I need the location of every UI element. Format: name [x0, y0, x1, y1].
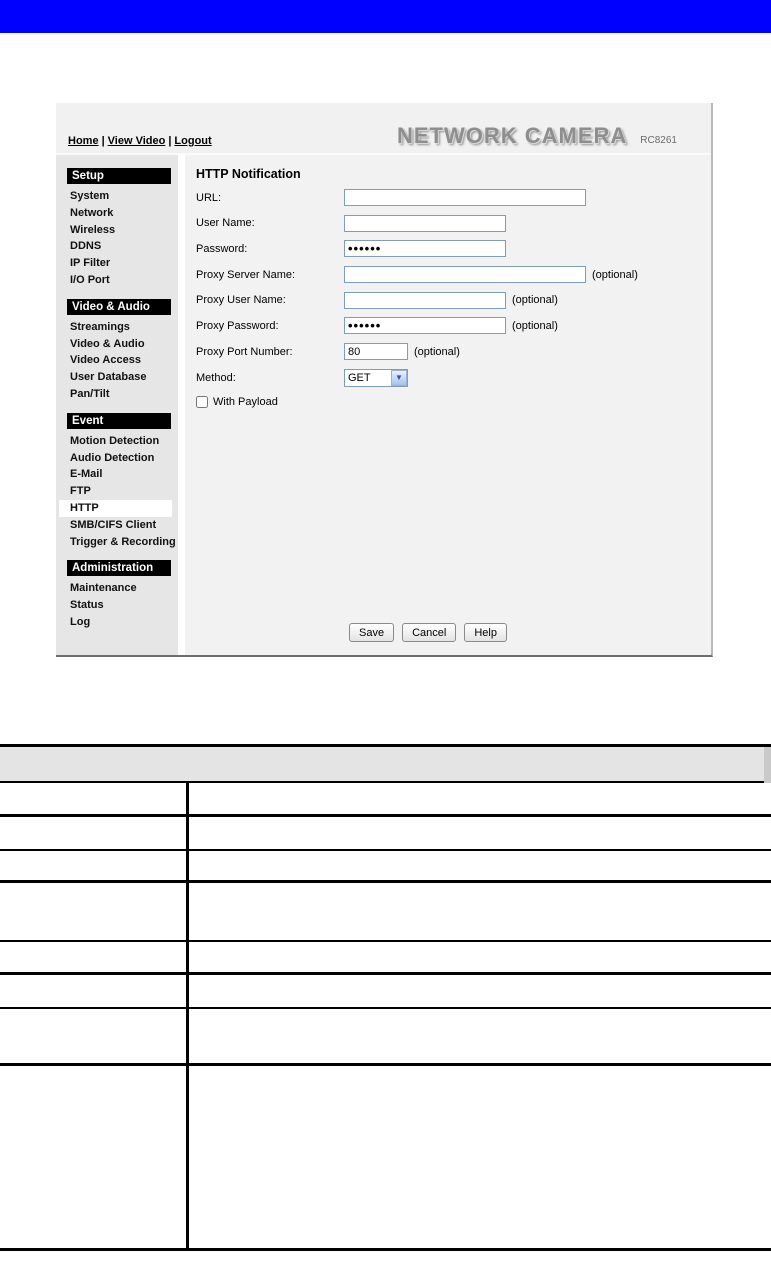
table-cell-description [189, 883, 771, 940]
sidebar-item-network[interactable]: Network [56, 205, 178, 222]
network-camera-logo: NETWORK CAMERA [396, 123, 628, 148]
sidebar-item-email[interactable]: E-Mail [56, 466, 178, 483]
sidebar-item-system[interactable]: System [56, 188, 178, 205]
sidebar-item-ip-filter[interactable]: IP Filter [56, 255, 178, 272]
view-video-link[interactable]: View Video [108, 135, 166, 147]
table-cell-term [0, 975, 189, 1007]
proxy-password-input[interactable] [344, 317, 506, 335]
chevron-down-icon: ▼ [395, 372, 403, 382]
table-row [0, 851, 771, 883]
table-row [0, 883, 771, 942]
url-input[interactable] [344, 189, 586, 206]
proxy-port-number-label: Proxy Port Number: [196, 345, 293, 358]
method-label: Method: [196, 371, 236, 384]
table-cell-term [0, 817, 189, 849]
table-cell-description [189, 942, 771, 972]
url-label: URL: [196, 191, 222, 204]
page-title: HTTP Notification [196, 167, 301, 181]
with-payload-checkbox[interactable] [196, 396, 208, 408]
brand-block: NETWORK CAMERA RC8261 [397, 123, 677, 149]
table-cell-description [189, 817, 771, 849]
sidebar-item-ftp[interactable]: FTP [56, 483, 178, 500]
sidebar-section-setup: Setup [67, 168, 171, 184]
table-row [0, 817, 771, 851]
sidebar-item-ddns[interactable]: DDNS [56, 238, 178, 255]
table-cell-term [0, 1066, 189, 1248]
sidebar-item-wireless[interactable]: Wireless [56, 222, 178, 239]
sidebar-item-io-port[interactable]: I/O Port [56, 272, 178, 289]
table-row [0, 783, 771, 817]
table-cell-description [189, 783, 771, 814]
sidebar-item-motion-detection[interactable]: Motion Detection [56, 433, 178, 450]
sidebar-item-video-access[interactable]: Video Access [56, 352, 178, 369]
table-cell-description [189, 975, 771, 1007]
table-row [0, 942, 771, 975]
nav-separator: | [101, 135, 105, 147]
method-select[interactable]: GET ▼ [344, 368, 408, 387]
reference-table-header [0, 747, 771, 783]
password-input[interactable] [344, 240, 506, 258]
sidebar-section-video-audio: Video & Audio [67, 298, 171, 315]
sidebar-item-smb-cifs-client[interactable]: SMB/CIFS Client [56, 517, 178, 534]
sidebar-item-maintenance[interactable]: Maintenance [56, 580, 178, 597]
cancel-button[interactable]: Cancel [402, 623, 457, 642]
reference-table [0, 744, 771, 1251]
sidebar-item-streamings[interactable]: Streamings [56, 319, 178, 336]
sidebar-section-administration: Administration [67, 560, 171, 577]
with-payload-label: With Payload [213, 396, 278, 408]
optional-note: (optional) [414, 345, 460, 358]
optional-note: (optional) [592, 268, 638, 281]
table-row [0, 1066, 771, 1251]
proxy-server-name-label: Proxy Server Name: [196, 268, 296, 281]
save-button[interactable]: Save [349, 623, 395, 642]
user-name-input[interactable] [344, 214, 506, 232]
table-cell-description [189, 1066, 771, 1248]
top-nav: Home | View Video | Logout [68, 135, 212, 147]
main-panel: HTTP Notification URL: User Name: Passwo… [185, 155, 711, 655]
select-dropdown-button[interactable]: ▼ [391, 369, 407, 386]
logout-link[interactable]: Logout [174, 135, 211, 147]
table-cell-term [0, 942, 189, 972]
proxy-port-input[interactable] [344, 343, 408, 361]
table-cell-term [0, 1009, 189, 1063]
form-buttons: Save Cancel Help [349, 623, 507, 642]
model-number: RC8261 [640, 135, 677, 146]
proxy-user-name-label: Proxy User Name: [196, 294, 286, 307]
http-notification-form: URL: User Name: Password: Proxy Server N… [196, 189, 711, 409]
table-row [0, 1009, 771, 1066]
screenshot-header: Home | View Video | Logout NETWORK CAMERA RC… [56, 103, 711, 155]
sidebar-item-log[interactable]: Log [56, 614, 178, 631]
proxy-user-name-input[interactable] [344, 291, 506, 309]
sidebar-item-status[interactable]: Status [56, 597, 178, 614]
table-cell-description [189, 851, 771, 880]
sidebar-item-pan-tilt[interactable]: Pan/Tilt [56, 386, 178, 403]
optional-note: (optional) [512, 294, 558, 307]
optional-note: (optional) [512, 319, 558, 332]
sidebar: Setup System Network Wireless DDNS IP Fi… [56, 155, 178, 655]
sidebar-item-trigger-recording[interactable]: Trigger & Recording [56, 534, 178, 551]
sidebar-item-video-audio[interactable]: Video & Audio [56, 336, 178, 353]
help-button[interactable]: Help [464, 623, 507, 642]
proxy-password-label: Proxy Password: [196, 319, 279, 332]
method-selected-value: GET [348, 371, 371, 384]
sidebar-item-http[interactable]: HTTP [59, 499, 172, 517]
table-cell-term [0, 883, 189, 940]
top-blue-bar [0, 0, 771, 33]
table-cell-term [0, 783, 189, 814]
camera-admin-screenshot: Home | View Video | Logout NETWORK CAMERA RC… [56, 103, 713, 657]
table-row [0, 975, 771, 1009]
sidebar-item-user-database[interactable]: User Database [56, 369, 178, 386]
sidebar-section-event: Event [67, 412, 171, 429]
nav-separator: | [168, 135, 172, 147]
table-cell-description [189, 1009, 771, 1063]
table-cell-term [0, 851, 189, 880]
home-link[interactable]: Home [68, 135, 99, 147]
sidebar-item-audio-detection[interactable]: Audio Detection [56, 450, 178, 467]
user-name-label: User Name: [196, 217, 255, 230]
proxy-server-name-input[interactable] [344, 266, 586, 284]
password-label: Password: [196, 242, 248, 255]
sidebar-main-divider [178, 155, 185, 655]
